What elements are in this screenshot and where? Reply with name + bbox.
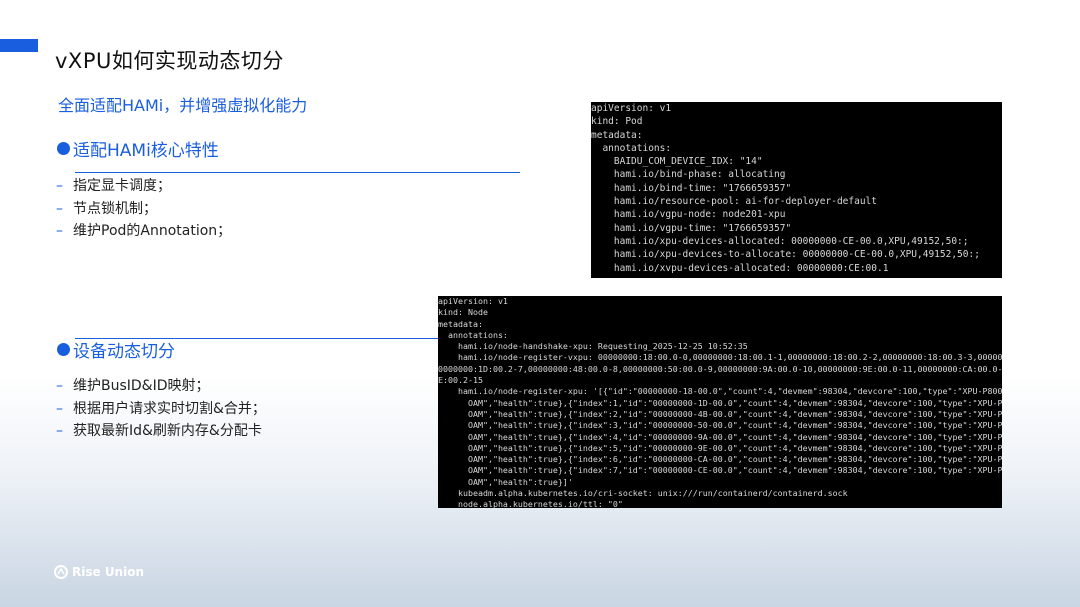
terminal-line: hami.io/resource-pool: ai-for-deployer-d… <box>591 196 877 208</box>
terminal-line: kind: Node <box>438 307 488 318</box>
section-divider-1 <box>75 172 520 173</box>
slide-title: vXPU如何实现动态切分 <box>55 49 284 73</box>
slide-subtitle: 全面适配HAMi，并增强虚拟化能力 <box>58 96 308 115</box>
section1-bullet-list: – 指定显卡调度； – 节点锁机制； – 维护Pod的Annotation； <box>56 175 231 243</box>
section2-bullet-list: – 维护BusID&ID映射； – 根据用户请求实时切割&合并； – 获取最新Id&刷… <box>56 375 266 443</box>
rise-union-logo: Rise Union <box>54 565 144 579</box>
terminal-line: apiVersion: v1 <box>438 296 508 306</box>
terminal-line: OAM","health":true},{"index":5,"id":"000… <box>438 442 1002 453</box>
dash-icon: – <box>56 200 63 217</box>
terminal-line: hami.io/vgpu-node: node201-xpu <box>591 209 786 221</box>
bullet-dot-icon <box>57 343 70 356</box>
terminal-line: annotations: <box>438 329 508 340</box>
terminal-line: hami.io/vgpu-time: "1766659357" <box>591 222 792 234</box>
terminal-line: hami.io/bind-phase: allocating <box>591 169 786 181</box>
terminal-line: hami.io/node-register-vxpu: 00000000:18:… <box>438 352 1002 363</box>
section-heading-partition: 设备动态切分 <box>57 337 175 362</box>
node-yaml-terminal: apiVersion: v1 kind: Node metadata: anno… <box>438 296 1002 508</box>
list-item-text: 节点锁机制； <box>73 200 157 217</box>
list-item: – 节点锁机制； <box>56 198 231 221</box>
terminal-line: OAM","health":true}]' <box>438 476 573 487</box>
section-heading-partition-label: 设备动态切分 <box>73 342 175 362</box>
section-heading-hami-label: 适配HAMi核心特性 <box>73 141 219 161</box>
list-item-text: 维护Pod的Annotation； <box>73 223 232 239</box>
terminal-line: metadata: <box>591 129 643 141</box>
terminal-line: apiVersion: v1 <box>591 103 672 114</box>
terminal-line: kubeadm.alpha.kubernetes.io/cri-socket: … <box>438 488 848 499</box>
dash-icon: – <box>56 423 63 439</box>
terminal-line: annotations: <box>591 142 672 154</box>
bullet-dot-icon <box>57 142 70 155</box>
list-item-text: 根据用户请求实时切割&合并； <box>73 400 266 417</box>
section-heading-hami: 适配HAMi核心特性 <box>57 136 219 161</box>
terminal-line: hami.io/bind-time: "1766659357" <box>591 182 792 194</box>
list-item-text: 维护BusID&ID映射； <box>73 378 210 394</box>
terminal-line: hami.io/xvpu-devices-allocated: 00000000… <box>591 262 889 274</box>
list-item: – 维护Pod的Annotation； <box>56 220 231 243</box>
terminal-line: hami.io/xpu-devices-allocated: 00000000-… <box>591 235 969 247</box>
terminal-line: OAM","health":true},{"index":2,"id":"000… <box>438 408 1002 419</box>
terminal-line: OAM","health":true},{"index":1,"id":"000… <box>438 397 1002 408</box>
terminal-line: kind: Pod <box>591 116 643 128</box>
list-item: – 指定显卡调度； <box>56 175 231 198</box>
terminal-line: OAM","health":true},{"index":3,"id":"000… <box>438 420 1002 431</box>
list-item-text: 指定显卡调度； <box>73 178 171 194</box>
title-accent-bar <box>0 39 38 52</box>
list-item: – 根据用户请求实时切割&合并； <box>56 398 266 421</box>
terminal-line: OAM","health":true},{"index":4,"id":"000… <box>438 431 1002 442</box>
terminal-line: hami.io/node-handshake-xpu: Requesting_2… <box>438 341 748 352</box>
terminal-line: OAM","health":true},{"index":6,"id":"000… <box>438 454 1002 465</box>
terminal-line: node.alpha.kubernetes.io/ttl: "0" <box>438 499 623 508</box>
terminal-line: hami.io/node-register-xpu: '[{"id":"0000… <box>438 386 1002 397</box>
dash-icon: – <box>56 223 63 239</box>
logo-text: Rise Union <box>72 565 144 579</box>
dash-icon: – <box>56 178 63 194</box>
rise-union-logo-icon <box>54 565 68 579</box>
terminal-line: BAIDU_COM_DEVICE_IDX: "14" <box>591 156 763 168</box>
terminal-line: hami.io/xpu-devices-to-allocate: 0000000… <box>591 249 980 261</box>
pod-yaml-terminal: apiVersion: v1 kind: Pod metadata: annot… <box>591 102 1002 278</box>
terminal-line: metadata: <box>438 318 483 329</box>
list-item-text: 获取最新Id&刷新内存&分配卡 <box>73 423 262 439</box>
terminal-line: 0000000:1D:00.2-7,00000000:48:00.0-8,000… <box>438 363 1002 374</box>
terminal-line: E:00.2-15 <box>438 375 483 386</box>
terminal-line: OAM","health":true},{"index":7,"id":"000… <box>438 465 1002 476</box>
dash-icon: – <box>56 378 63 394</box>
list-item: – 维护BusID&ID映射； <box>56 375 266 398</box>
list-item: – 获取最新Id&刷新内存&分配卡 <box>56 420 266 443</box>
dash-icon: – <box>56 400 63 417</box>
